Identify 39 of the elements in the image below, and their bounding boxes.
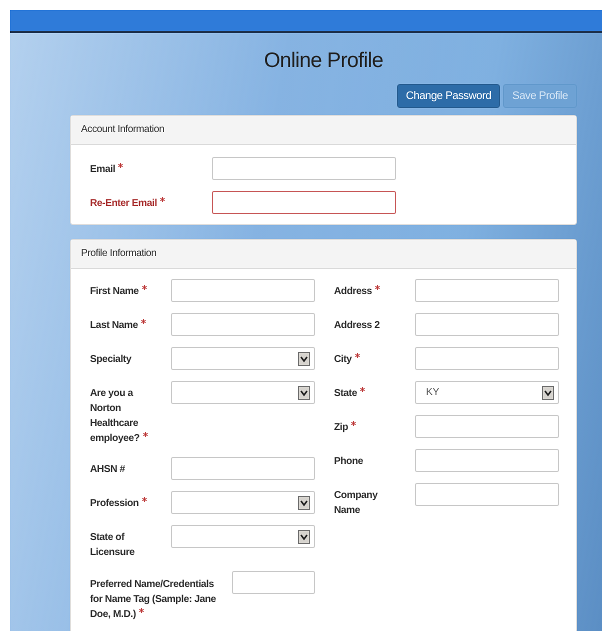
select-field[interactable]: KY [415,381,559,404]
field-label: Company Name [334,489,379,518]
field-label: City [334,347,415,367]
input-field[interactable] [212,191,396,214]
select-field[interactable] [171,381,315,404]
field-label: Specialty [90,353,132,367]
field-label: Phone [334,455,364,469]
input-field[interactable] [415,313,559,336]
field-label: State of Licensure [90,531,136,560]
action-button[interactable]: Change Password [396,84,500,108]
field-label: Preferred Name/Credentials for Name Tag (Sample: Jane Doe, M.D.) [90,578,217,622]
select-field[interactable] [171,525,315,548]
field-label: Address [334,279,415,299]
field-label: Email [90,162,212,174]
field-label: Last Name [90,313,171,333]
field-label: Are you a Norton Healthcare employee? [90,381,171,446]
input-field[interactable] [171,279,315,302]
panel-heading: Profile Information [71,240,576,269]
input-field[interactable] [212,157,396,180]
input-field[interactable] [415,415,559,438]
panel-heading: Account Information [71,116,576,145]
select-value: KY [426,387,440,398]
input-field[interactable] [415,279,559,302]
select-field[interactable] [171,347,315,370]
field-label: State [334,381,415,401]
input-field[interactable] [415,347,559,370]
input-field[interactable] [415,449,559,472]
field-label: Address 2 [334,319,381,333]
input-field[interactable] [171,313,315,336]
field-label: First Name [90,279,171,299]
field-label: AHSN # [90,463,126,477]
select-field[interactable] [171,491,315,514]
input-field[interactable] [232,571,315,594]
input-field[interactable] [171,457,315,480]
field-label: Zip [334,415,415,435]
field-label: Profession [90,491,171,511]
input-field[interactable] [415,483,559,506]
page-title: Online Profile [262,48,384,74]
field-label: Re-Enter Email [90,196,212,208]
